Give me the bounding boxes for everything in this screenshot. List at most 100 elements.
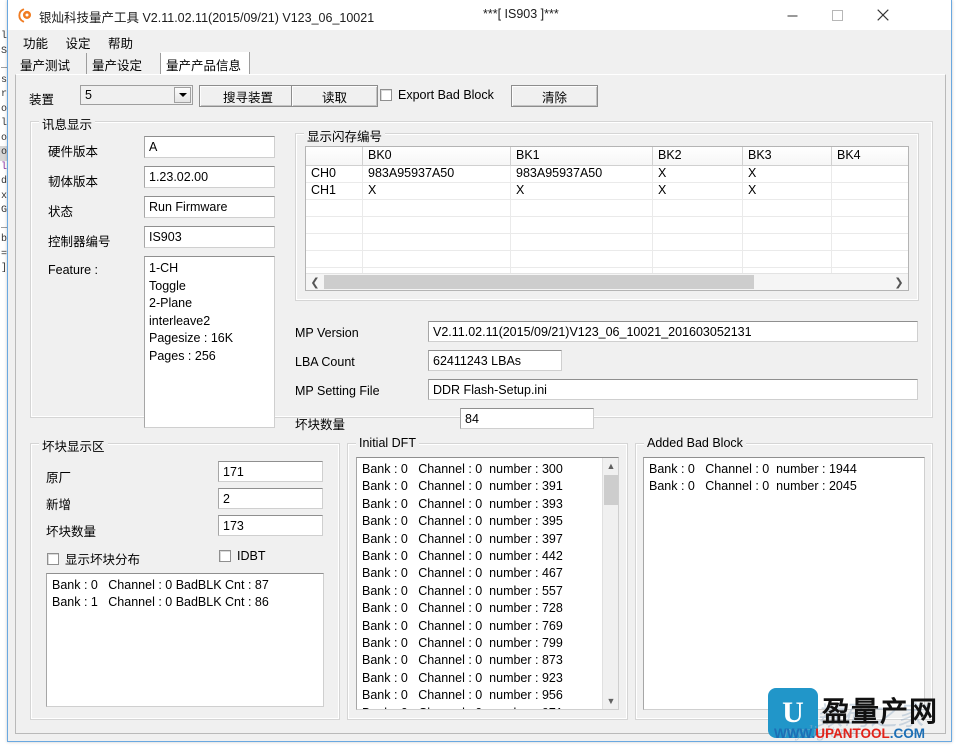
mp-version-label: MP Version: [295, 326, 359, 340]
menu-item-settings[interactable]: 设定: [59, 31, 97, 54]
device-label: 装置: [29, 89, 54, 108]
chevron-down-icon[interactable]: ▼: [603, 693, 619, 709]
lba-count-field[interactable]: 62411243 LBAs: [428, 350, 562, 371]
table-row-empty[interactable]: [306, 217, 908, 234]
feature-field[interactable]: 1-CH Toggle 2-Plane interleave2 Pagesize…: [144, 256, 275, 428]
flash-id-grid[interactable]: BK0BK1BK2BK3BK4BK5 CH0983A95937A50983A95…: [305, 146, 909, 291]
maximize-icon: [832, 10, 843, 21]
device-select-value: 5: [85, 88, 92, 102]
show-distribution-label: 显示坏块分布: [65, 549, 140, 568]
list-item[interactable]: Bank : 0 Channel : 0 number : 395: [362, 513, 618, 530]
table-cell-empty: [743, 234, 832, 251]
table-cell: [832, 166, 909, 183]
list-item[interactable]: Bank : 0 Channel : 0 number : 799: [362, 635, 618, 652]
export-bad-block-checkbox[interactable]: Export Bad Block: [380, 88, 494, 102]
export-bad-block-label: Export Bad Block: [398, 88, 494, 102]
tab-production-settings[interactable]: 量产设定: [87, 53, 161, 74]
clear-button[interactable]: 清除: [511, 85, 598, 107]
table-cell-empty: [306, 200, 363, 217]
table-row-empty[interactable]: [306, 251, 908, 268]
main-window: 银灿科技量产工具 V2.11.02.11(2015/09/21) V123_06…: [7, 0, 952, 742]
mp-setting-file-field[interactable]: DDR Flash-Setup.ini: [428, 379, 918, 400]
list-item[interactable]: Bank : 0 Channel : 0 number : 442: [362, 548, 618, 565]
chevron-up-icon[interactable]: ▲: [603, 458, 619, 474]
bad-block-distribution-list[interactable]: Bank : 0 Channel : 0 BadBLK Cnt : 87Bank…: [46, 573, 324, 707]
table-cell: X: [743, 183, 832, 200]
table-cell-empty: [653, 251, 743, 268]
flash-id-column-header[interactable]: BK3: [743, 147, 832, 165]
flash-id-column-header[interactable]: BK2: [653, 147, 743, 165]
status-field[interactable]: Run Firmware: [144, 196, 275, 218]
table-cell-empty: [743, 251, 832, 268]
vscroll-thumb[interactable]: [604, 475, 618, 505]
minimize-button[interactable]: [770, 0, 815, 30]
table-cell-empty: [653, 234, 743, 251]
list-item[interactable]: Bank : 0 Channel : 0 number : 728: [362, 600, 618, 617]
list-item[interactable]: Bank : 0 Channel : 0 number : 1944: [649, 461, 924, 478]
controller-id-field[interactable]: IS903: [144, 226, 275, 248]
checkbox-box-icon: [380, 89, 392, 101]
read-button[interactable]: 读取: [291, 85, 378, 107]
tab-product-info[interactable]: 量产产品信息: [161, 52, 250, 74]
mp-version-field[interactable]: V2.11.02.11(2015/09/21)V123_06_10021_201…: [428, 321, 918, 342]
tab-production-test[interactable]: 量产测试: [15, 53, 87, 74]
list-item[interactable]: Bank : 0 Channel : 0 number : 393: [362, 496, 618, 513]
idbt-label: IDBT: [237, 549, 265, 563]
factory-bad-field[interactable]: 171: [218, 461, 323, 482]
flash-id-column-header[interactable]: BK1: [511, 147, 653, 165]
hscroll-thumb[interactable]: [324, 275, 754, 289]
maximize-button[interactable]: [815, 0, 860, 30]
list-item[interactable]: Bank : 0 Channel : 0 number : 397: [362, 531, 618, 548]
table-cell-empty: [511, 200, 653, 217]
table-cell-empty: [363, 200, 511, 217]
list-item[interactable]: Bank : 0 Channel : 0 number : 2045: [649, 478, 924, 495]
total-bad-field[interactable]: 173: [218, 515, 323, 536]
table-cell: 983A95937A50: [511, 166, 653, 183]
table-row[interactable]: CH1XXXX: [306, 183, 908, 200]
table-cell: CH1: [306, 183, 363, 200]
chevron-down-icon[interactable]: [174, 87, 191, 103]
added-bad-block-list[interactable]: Bank : 0 Channel : 0 number : 1944Bank :…: [643, 457, 925, 710]
bad-block-distribution-rows: Bank : 0 Channel : 0 BadBLK Cnt : 87Bank…: [47, 574, 323, 612]
show-distribution-checkbox[interactable]: 显示坏块分布: [47, 549, 140, 568]
table-row-empty[interactable]: [306, 234, 908, 251]
menu-item-function[interactable]: 功能: [17, 31, 55, 54]
table-row[interactable]: CH0983A95937A50983A95937A50XX: [306, 166, 908, 183]
close-button[interactable]: [860, 0, 905, 30]
bad-block-count-field[interactable]: 84: [460, 408, 594, 429]
bad-block-count-label: 坏块数量: [295, 414, 345, 433]
list-item[interactable]: Bank : 1 Channel : 0 BadBLK Cnt : 86: [52, 594, 323, 611]
menu-item-help[interactable]: 帮助: [102, 31, 140, 54]
flash-id-column-header[interactable]: [306, 147, 363, 165]
added-bad-label: 新增: [46, 494, 71, 513]
list-item[interactable]: Bank : 0 Channel : 0 number : 971: [362, 705, 618, 710]
list-item[interactable]: Bank : 0 Channel : 0 number : 467: [362, 565, 618, 582]
hardware-version-field[interactable]: A: [144, 136, 275, 158]
list-item[interactable]: Bank : 0 Channel : 0 number : 391: [362, 478, 618, 495]
list-item[interactable]: Bank : 0 Channel : 0 number : 769: [362, 618, 618, 635]
firmware-version-field[interactable]: 1.23.02.00: [144, 166, 275, 188]
idbt-checkbox[interactable]: IDBT: [219, 549, 265, 563]
table-cell: X: [743, 166, 832, 183]
list-item[interactable]: Bank : 0 Channel : 0 BadBLK Cnt : 87: [52, 577, 323, 594]
search-device-button[interactable]: 搜寻装置: [199, 85, 297, 107]
flash-id-column-header[interactable]: BK0: [363, 147, 511, 165]
device-select[interactable]: 5: [80, 85, 193, 105]
table-row-empty[interactable]: [306, 200, 908, 217]
flash-id-column-header[interactable]: BK4: [832, 147, 909, 165]
tab-strip: 量产测试 量产设定 量产产品信息: [15, 52, 943, 74]
list-item[interactable]: Bank : 0 Channel : 0 number : 300: [362, 461, 618, 478]
list-item[interactable]: Bank : 0 Channel : 0 number : 557: [362, 583, 618, 600]
initial-dft-list[interactable]: Bank : 0 Channel : 0 number : 300Bank : …: [356, 457, 619, 710]
list-item[interactable]: Bank : 0 Channel : 0 number : 956: [362, 687, 618, 704]
flash-id-hscrollbar[interactable]: ❮ ❯: [306, 273, 908, 290]
chevron-right-icon[interactable]: ❯: [891, 274, 907, 290]
list-item[interactable]: Bank : 0 Channel : 0 number : 873: [362, 652, 618, 669]
table-cell-empty: [653, 200, 743, 217]
table-cell-empty: [511, 251, 653, 268]
initial-dft-vscrollbar[interactable]: ▲ ▼: [602, 458, 618, 709]
chevron-left-icon[interactable]: ❮: [307, 274, 323, 290]
added-bad-field[interactable]: 2: [218, 488, 323, 509]
list-item[interactable]: Bank : 0 Channel : 0 number : 923: [362, 670, 618, 687]
title-bar[interactable]: 银灿科技量产工具 V2.11.02.11(2015/09/21) V123_06…: [8, 0, 951, 31]
